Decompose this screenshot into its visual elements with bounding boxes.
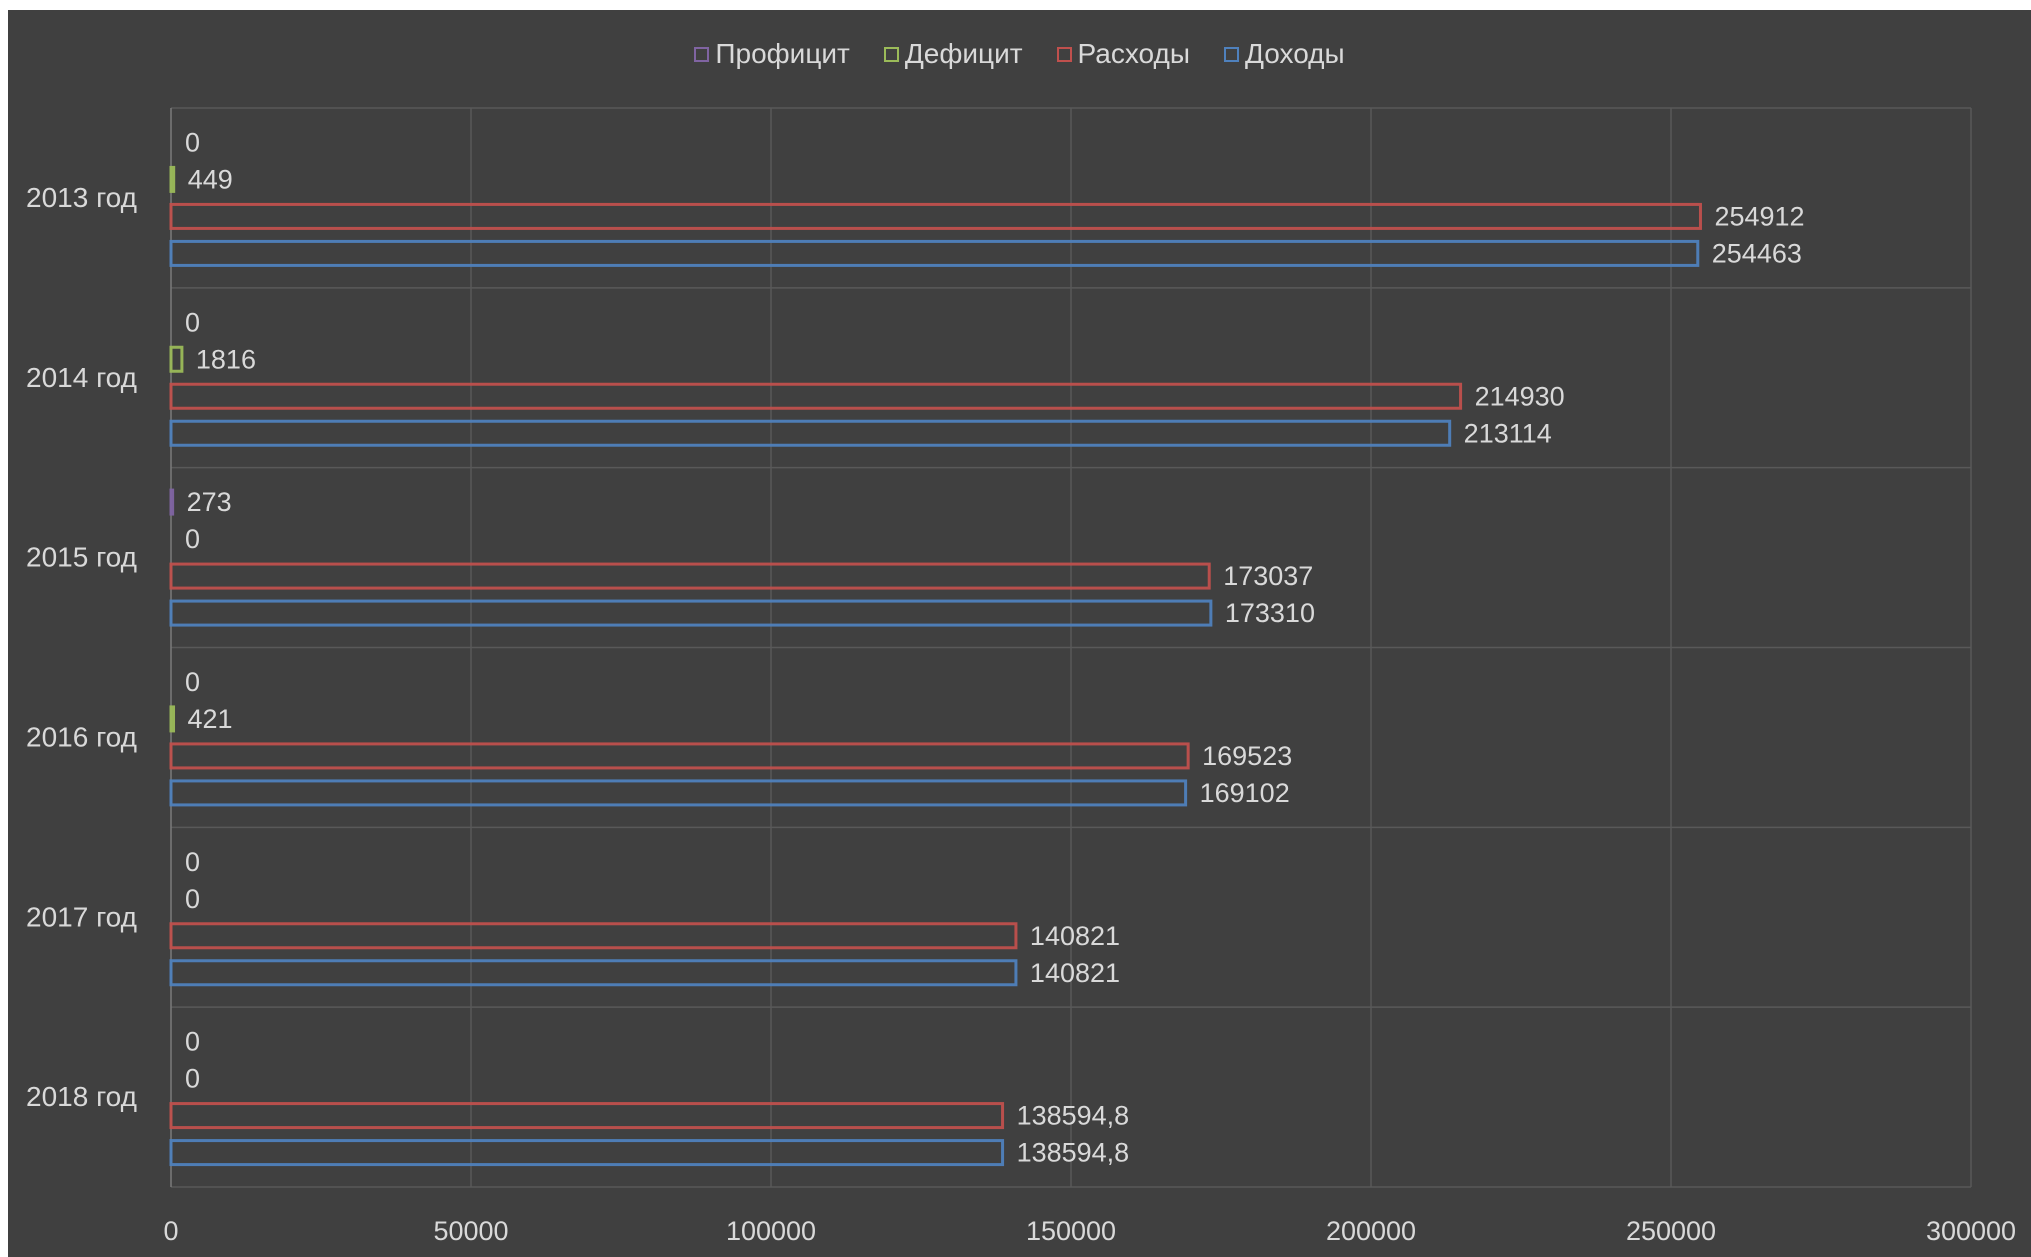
- data-label: 421: [188, 704, 233, 734]
- x-tick-label: 100000: [726, 1216, 816, 1246]
- category-label: 2018 год: [26, 1081, 137, 1112]
- bar-expenses: [169, 562, 1211, 590]
- bar-surplus: [169, 488, 175, 516]
- data-label: 0: [185, 1064, 200, 1094]
- data-label: 173037: [1223, 561, 1313, 591]
- data-label: 213114: [1464, 418, 1552, 448]
- data-label: 0: [185, 524, 200, 554]
- x-tick-label: 200000: [1326, 1216, 1416, 1246]
- x-tick-label: 150000: [1026, 1216, 1116, 1246]
- bar-revenue: [169, 959, 1018, 987]
- data-label: 169523: [1202, 741, 1292, 771]
- bar-expenses: [169, 1102, 1005, 1130]
- data-label: 138594,8: [1017, 1138, 1130, 1168]
- data-label: 0: [185, 127, 200, 157]
- bar-expenses: [169, 742, 1190, 770]
- x-tick-label: 50000: [433, 1216, 508, 1246]
- data-label: 138594,8: [1017, 1101, 1130, 1131]
- bar-revenue: [169, 239, 1700, 267]
- data-label: 214930: [1475, 381, 1565, 411]
- bar-revenue: [169, 1139, 1005, 1167]
- data-label: 0: [185, 1027, 200, 1057]
- data-label: 140821: [1030, 958, 1120, 988]
- bar-revenue: [169, 419, 1452, 447]
- bar-plot: 0 50000 100000 150000 200000 250000 300000 2013…: [26, 107, 2016, 1246]
- category-label: 2015 год: [26, 542, 137, 573]
- data-label: 0: [185, 307, 200, 337]
- category-label: 2016 год: [26, 721, 137, 752]
- data-label: 449: [188, 164, 233, 194]
- x-tick-label: 250000: [1626, 1216, 1716, 1246]
- data-label: 273: [187, 487, 232, 517]
- x-tick-label: 300000: [1926, 1216, 2016, 1246]
- bar-expenses: [169, 922, 1018, 950]
- chart-area: Профицит Дефицит Расходы Доходы 0 50000 10…: [8, 10, 2031, 1257]
- bar-revenue: [169, 779, 1188, 807]
- data-label: 0: [185, 667, 200, 697]
- bar-deficit: [169, 705, 176, 733]
- category-label: 2017 год: [26, 901, 137, 932]
- data-label: 1816: [196, 344, 256, 374]
- category-label: 2013 год: [26, 182, 137, 213]
- data-label: 140821: [1030, 921, 1120, 951]
- data-label: 173310: [1225, 598, 1315, 628]
- data-label: 0: [185, 847, 200, 877]
- bar-expenses: [169, 202, 1702, 230]
- data-label: 254912: [1714, 201, 1804, 231]
- bar-expenses: [169, 382, 1463, 410]
- data-label: 0: [185, 884, 200, 914]
- data-label: 254463: [1712, 238, 1802, 268]
- category-label: 2014 год: [26, 362, 137, 393]
- data-label: 169102: [1200, 778, 1290, 808]
- bar-revenue: [169, 599, 1213, 627]
- bar-deficit: [169, 165, 176, 193]
- bar-deficit: [169, 345, 184, 373]
- x-tick-label: 0: [163, 1216, 178, 1246]
